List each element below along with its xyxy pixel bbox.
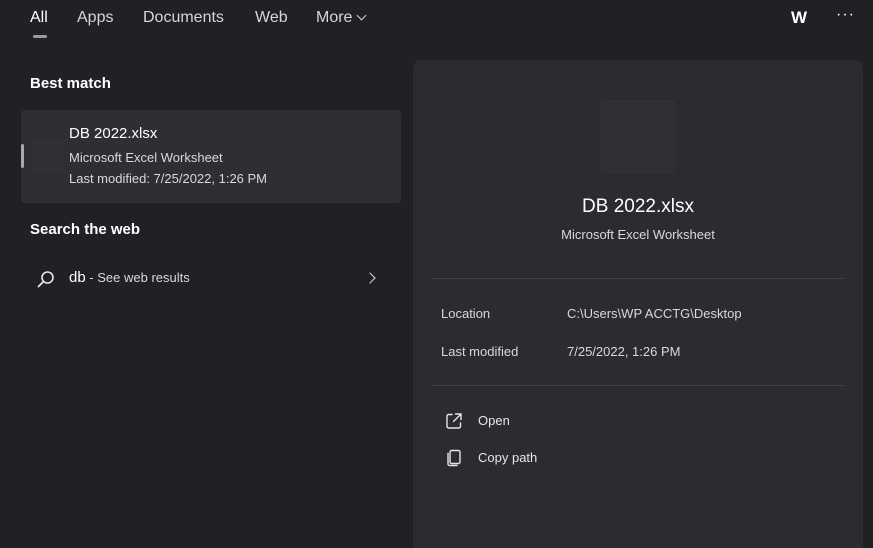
copy-path-action[interactable]: Copy path [441,446,741,472]
tab-all[interactable]: All [30,9,48,27]
result-last-modified: Last modified: 7/25/2022, 1:26 PM [69,171,268,186]
web-results-hint: - See web results [85,270,190,285]
selection-indicator [21,144,24,168]
web-query: db - See web results [69,269,190,286]
chevron-right-icon[interactable] [364,272,376,284]
account-avatar[interactable]: W [791,8,807,28]
last-modified-label: Last modified [441,344,519,359]
search-icon [37,271,54,288]
location-value: C:\Users\WP ACCTG\Desktop [567,306,742,321]
file-thumbnail [33,140,63,172]
filter-tabs: All Apps Documents Web More W ··· [0,0,873,44]
open-label: Open [478,413,510,428]
more-dots-icon[interactable]: ··· [836,6,855,24]
search-window: All Apps Documents Web More W ··· Best m… [0,0,873,548]
divider [433,278,844,279]
tab-apps[interactable]: Apps [77,9,113,27]
tab-web[interactable]: Web [255,9,288,27]
best-match-heading: Best match [30,75,111,92]
open-action[interactable]: Open [441,409,741,435]
search-web-heading: Search the web [30,221,141,238]
preview-file-name: DB 2022.xlsx [582,196,694,217]
result-file-name: DB 2022.xlsx [69,125,158,142]
result-file-type: Microsoft Excel Worksheet [69,150,223,165]
tab-more-label: More [316,9,353,26]
web-query-text: db [69,269,86,286]
copy-icon [447,449,461,467]
best-match-result[interactable]: DB 2022.xlsx Microsoft Excel Worksheet L… [21,110,401,203]
location-label: Location [441,306,491,321]
tab-documents[interactable]: Documents [143,9,224,27]
copy-path-label: Copy path [478,450,538,465]
web-search-result[interactable]: db - See web results [21,258,401,298]
tab-more[interactable]: More [316,9,367,27]
preview-panel: DB 2022.xlsx Microsoft Excel Worksheet L… [413,60,863,548]
chevron-down-icon [357,10,367,21]
last-modified-value: 7/25/2022, 1:26 PM [567,344,681,359]
divider [433,385,844,386]
preview-file-type: Microsoft Excel Worksheet [561,227,715,242]
open-external-icon [446,413,462,429]
preview-file-thumbnail [601,100,675,174]
active-tab-indicator [33,35,47,38]
